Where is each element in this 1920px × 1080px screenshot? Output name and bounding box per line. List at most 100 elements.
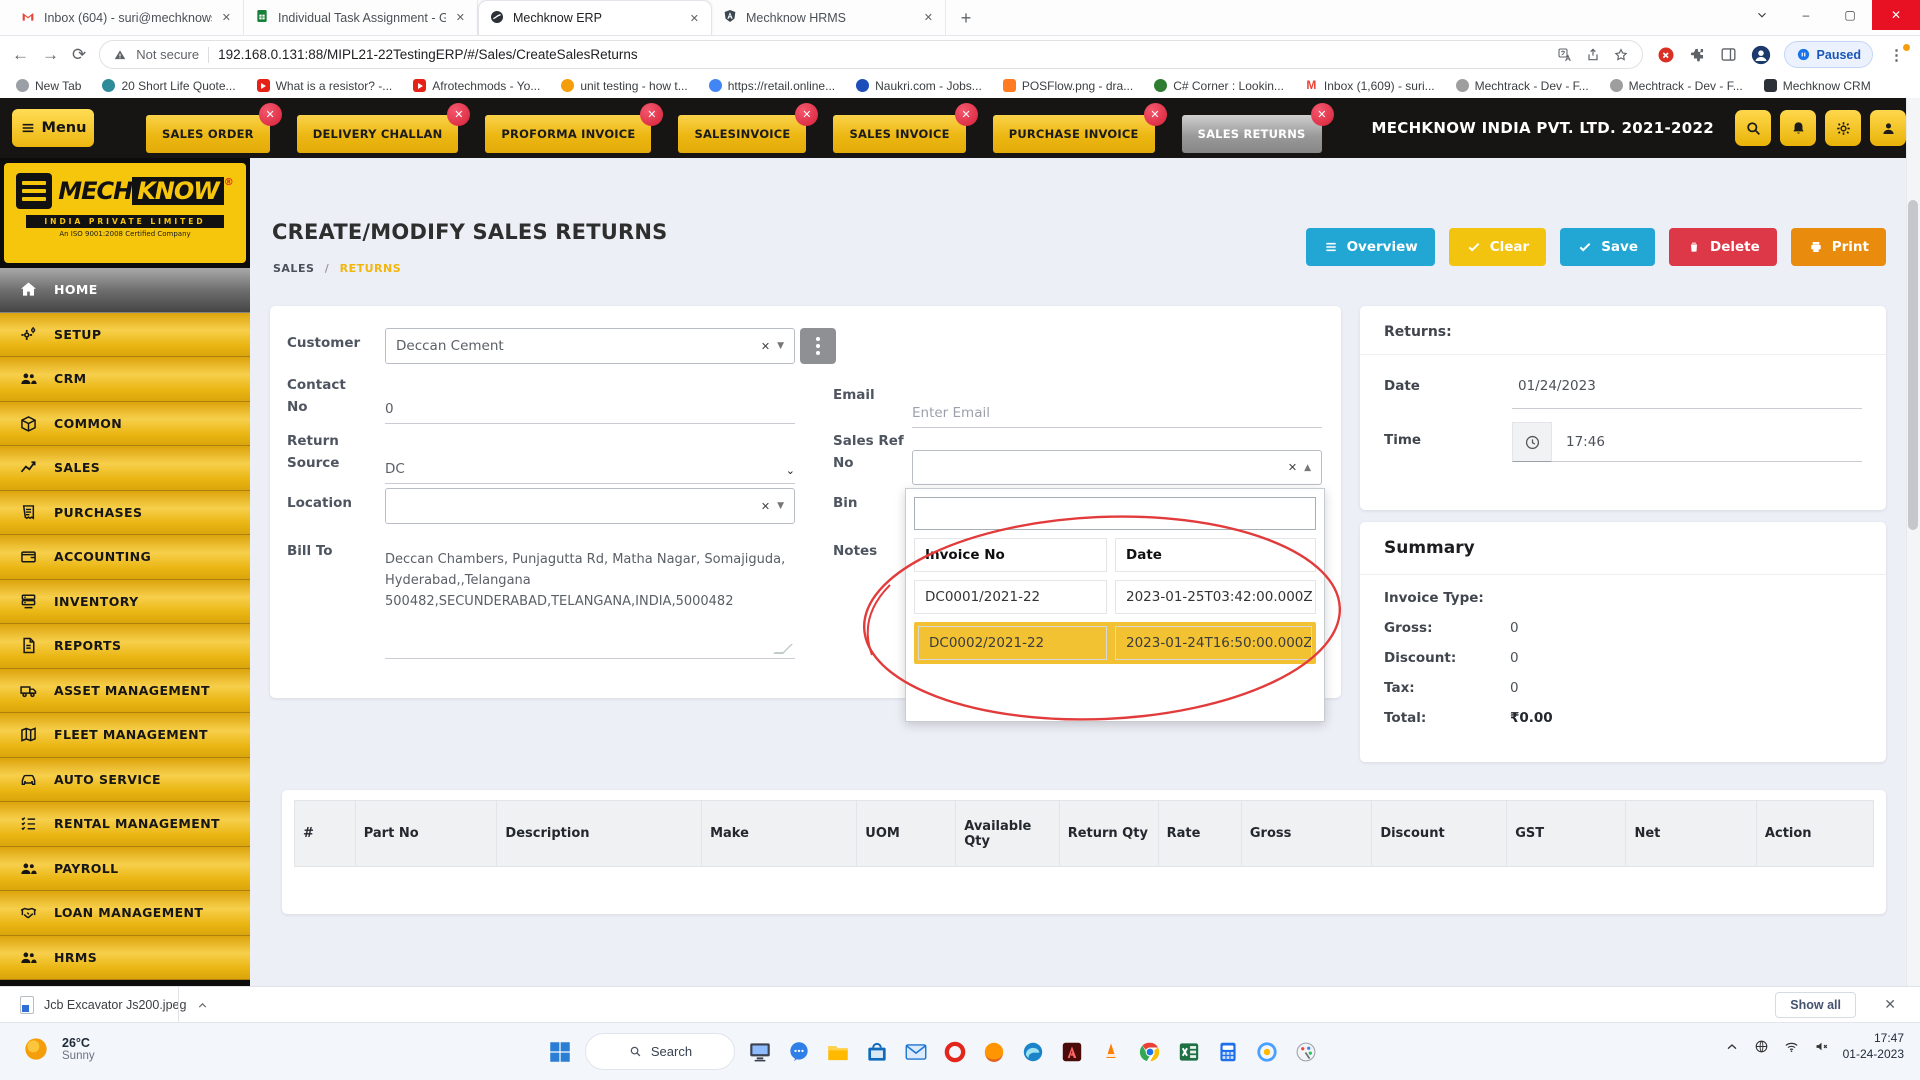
email-input[interactable]: Enter Email [912, 388, 1322, 428]
header-search-button[interactable] [1735, 110, 1771, 146]
network-icon[interactable] [1753, 1038, 1770, 1055]
bookmark-c-corner-lookin[interactable]: C# Corner : Lookin... [1154, 79, 1284, 93]
sidebar-item-payroll[interactable]: PAYROLL [0, 847, 250, 892]
sidebar-item-fleet-management[interactable]: FLEET MANAGEMENT [0, 713, 250, 758]
workspace-tab-salesinvoice[interactable]: SALESINVOICE✕ [678, 115, 806, 153]
tab-search-chevron-icon[interactable] [1740, 0, 1784, 30]
taskbar-app-calculator[interactable] [1213, 1037, 1243, 1067]
menu-button[interactable]: Menu [12, 109, 94, 147]
invoice-option[interactable]: 2023-01-25T03:42:00.000Z [1115, 580, 1316, 614]
taskbar-app-adobe[interactable] [1057, 1037, 1087, 1067]
bookmark-naukri-com-jobs[interactable]: Naukri.com - Jobs... [856, 79, 982, 93]
bookmark-mechtrack-dev-f[interactable]: Mechtrack - Dev - F... [1456, 79, 1589, 93]
close-tab-icon[interactable]: ✕ [447, 103, 470, 126]
time-picker-button[interactable] [1512, 422, 1552, 462]
bookmark-https-retail-online[interactable]: https://retail.online... [709, 79, 835, 93]
extensions-puzzle-icon[interactable] [1688, 45, 1707, 64]
workspace-tab-sales-invoice[interactable]: SALES INVOICE✕ [833, 115, 965, 153]
taskbar-app-opera[interactable] [940, 1037, 970, 1067]
volume-icon[interactable] [1813, 1038, 1830, 1055]
time-input[interactable]: 17:46 [1566, 434, 1605, 450]
bookmark-posflow-png-dra[interactable]: POSFlow.png - dra... [1003, 79, 1133, 93]
close-tab-icon[interactable]: ✕ [1144, 103, 1167, 126]
bookmark-inbox-1-609-suri[interactable]: MInbox (1,609) - suri... [1305, 79, 1435, 93]
taskbar-app-mail[interactable] [901, 1037, 931, 1067]
delete-button[interactable]: Delete [1669, 228, 1777, 266]
sidebar-item-purchases[interactable]: PURCHASES [0, 491, 250, 536]
sidebar-item-asset-management[interactable]: ASSET MANAGEMENT [0, 669, 250, 714]
customer-select[interactable]: Deccan Cement ✕▼ [385, 328, 795, 364]
bill-to-textarea[interactable]: Deccan Chambers, Punjagutta Rd, Matha Na… [385, 550, 795, 612]
browser-tab-mechknow-hrms[interactable]: Mechknow HRMS✕ [712, 0, 946, 35]
workspace-tab-sales-returns[interactable]: SALES RETURNS✕ [1182, 115, 1322, 153]
side-panel-icon[interactable] [1719, 45, 1738, 64]
taskbar-app-edge[interactable] [1018, 1037, 1048, 1067]
browser-tab-inbox-604-suri-mechknowsof[interactable]: Inbox (604) - suri@mechknowsof✕ [10, 0, 244, 35]
bookmark-what-is-a-resistor[interactable]: What is a resistor? -... [257, 79, 393, 93]
contact-no-input[interactable]: 0 [385, 384, 795, 424]
header-bell-button[interactable] [1780, 110, 1816, 146]
print-button[interactable]: Print [1791, 228, 1886, 266]
sales-ref-no-select[interactable]: ✕▲ [912, 450, 1322, 485]
dropdown-search-input[interactable] [914, 497, 1316, 530]
taskbar-app-folder[interactable] [823, 1037, 853, 1067]
workspace-tab-delivery-challan[interactable]: DELIVERY CHALLAN✕ [297, 115, 459, 153]
bookmark-star-icon[interactable] [1613, 47, 1629, 63]
clear-selection-icon[interactable]: ✕ [1288, 461, 1297, 474]
taskbar-app-excel[interactable] [1174, 1037, 1204, 1067]
scrollbar-thumb[interactable] [1908, 200, 1918, 530]
back-button[interactable]: ← [12, 45, 29, 65]
sidebar-item-common[interactable]: COMMON [0, 402, 250, 447]
show-all-downloads-button[interactable]: Show all [1775, 992, 1856, 1018]
close-tab-icon[interactable]: ✕ [955, 103, 978, 126]
tab-close-icon[interactable]: ✕ [220, 9, 233, 26]
taskbar-app-photos[interactable] [1252, 1037, 1282, 1067]
tray-chevron-up-icon[interactable] [1724, 1039, 1740, 1055]
taskbar-app-chrome[interactable] [1135, 1037, 1165, 1067]
taskbar-app-firefox[interactable] [979, 1037, 1009, 1067]
sidebar-item-rental-management[interactable]: RENTAL MANAGEMENT [0, 802, 250, 847]
sidebar-item-inventory[interactable]: INVENTORY [0, 580, 250, 625]
taskbar-clock[interactable]: 17:47 01-24-2023 [1843, 1031, 1904, 1062]
forward-button[interactable]: → [42, 45, 59, 65]
share-icon[interactable] [1585, 47, 1601, 63]
date-input[interactable]: 01/24/2023 [1518, 378, 1596, 394]
tab-close-icon[interactable]: ✕ [454, 9, 467, 26]
sidebar-item-home[interactable]: HOME [0, 268, 250, 313]
bookmark-mechtrack-dev-f[interactable]: Mechtrack - Dev - F... [1610, 79, 1743, 93]
tab-close-icon[interactable]: ✕ [922, 9, 935, 26]
taskbar-app-store[interactable] [862, 1037, 892, 1067]
download-item[interactable]: Jcb Excavator Js200.jpeg [12, 991, 217, 1019]
sidebar-item-reports[interactable]: REPORTS [0, 624, 250, 669]
bookmark-afrotechmods-yo[interactable]: Afrotechmods - Yo... [413, 79, 540, 93]
sync-paused-button[interactable]: Paused [1784, 41, 1873, 68]
taskbar-search[interactable]: Search [585, 1033, 735, 1070]
return-source-select[interactable]: DC ⌄ [385, 440, 795, 484]
sidebar-item-crm[interactable]: CRM [0, 357, 250, 402]
header-user-button[interactable] [1870, 110, 1906, 146]
address-bar[interactable]: Not secure 192.168.0.131:88/MIPL21-22Tes… [99, 40, 1642, 69]
windows-start-button[interactable] [545, 1037, 575, 1067]
close-tab-icon[interactable]: ✕ [1311, 103, 1334, 126]
sidebar-item-loan-management[interactable]: LOAN MANAGEMENT [0, 891, 250, 936]
translate-icon[interactable] [1557, 47, 1573, 63]
clear-button[interactable]: Clear [1449, 228, 1546, 266]
sidebar-item-setup[interactable]: SETUP [0, 313, 250, 358]
refresh-button[interactable]: ⟳ [72, 45, 86, 65]
weather-widget[interactable]: 26°CSunny [20, 1033, 95, 1065]
sidebar-item-accounting[interactable]: ACCOUNTING [0, 535, 250, 580]
close-window-button[interactable]: ✕ [1872, 0, 1920, 30]
taskbar-app-chat[interactable] [784, 1037, 814, 1067]
bookmark-unit-testing-how-t[interactable]: unit testing - how t... [561, 79, 687, 93]
close-download-bar-icon[interactable]: ✕ [1884, 996, 1896, 1013]
taskbar-app-desktop[interactable] [745, 1037, 775, 1067]
clear-selection-icon[interactable]: ✕ [761, 500, 770, 513]
maximize-button[interactable]: ▢ [1828, 0, 1872, 30]
minimize-button[interactable]: – [1784, 0, 1828, 30]
tab-close-icon[interactable]: ✕ [688, 10, 701, 27]
new-tab-button[interactable]: + [952, 4, 980, 32]
workspace-tab-sales-order[interactable]: SALES ORDER✕ [146, 115, 270, 153]
save-button[interactable]: Save [1560, 228, 1655, 266]
page-scrollbar[interactable] [1906, 98, 1920, 986]
close-tab-icon[interactable]: ✕ [795, 103, 818, 126]
